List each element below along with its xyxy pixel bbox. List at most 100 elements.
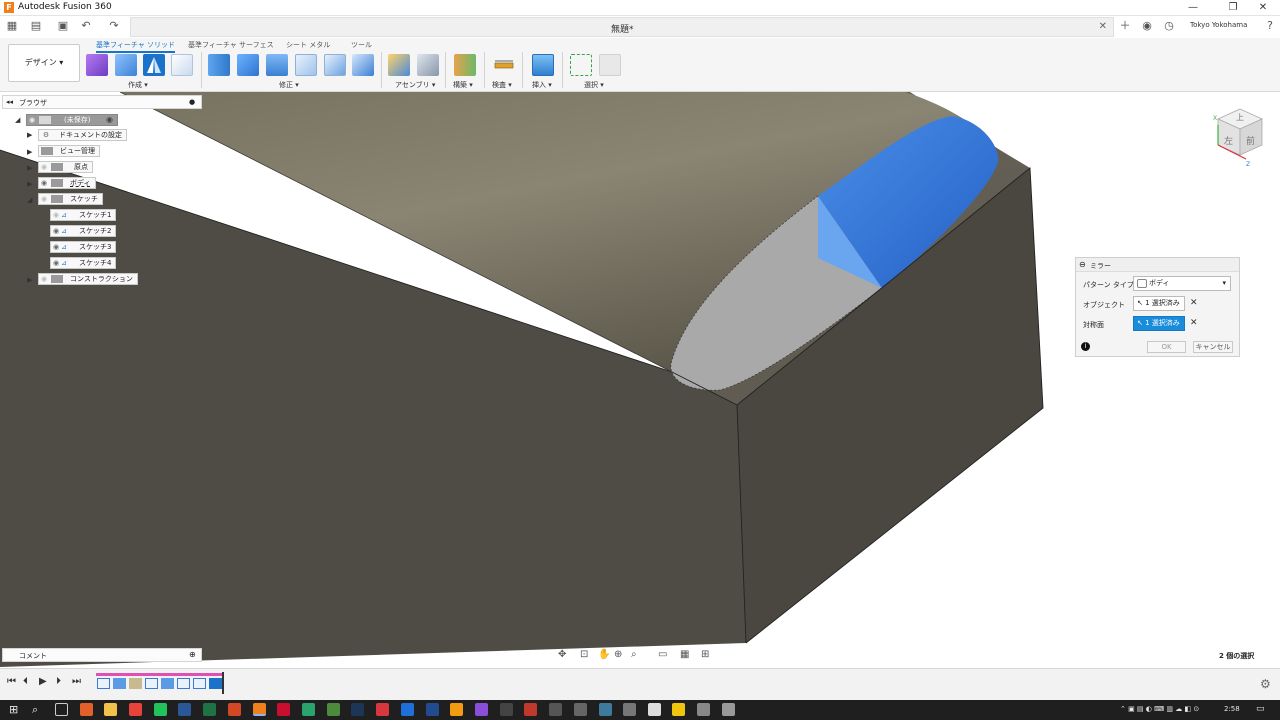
app-icon[interactable]	[599, 703, 612, 716]
close-tab-icon[interactable]: ✕	[1099, 21, 1107, 32]
timeline-sketch-icon[interactable]	[145, 678, 158, 689]
notifications-icon[interactable]: ▭	[1256, 704, 1265, 714]
line-icon[interactable]	[154, 703, 167, 716]
mirror-icon[interactable]	[143, 54, 165, 76]
viewports-icon[interactable]: ⊞	[701, 649, 709, 660]
viewcube[interactable]: 上 左 前 X Z	[1212, 107, 1268, 171]
timeline-mirror-icon[interactable]	[209, 678, 222, 689]
expand-toggle[interactable]: ▶	[27, 180, 32, 188]
timeline-sketch-icon[interactable]	[193, 678, 206, 689]
visibility-eye-icon[interactable]: ◉	[51, 242, 61, 252]
timeline-extrude-icon[interactable]	[161, 678, 174, 689]
pattern-type-select[interactable]: ボディ ▾	[1133, 276, 1231, 291]
timeline-settings-icon[interactable]: ⚙	[1260, 677, 1271, 691]
tree-node-sketch3[interactable]: ◉ ⊿ スケッチ3	[50, 241, 117, 253]
timeline-marker[interactable]	[222, 672, 224, 694]
clear-object-icon[interactable]: ✕	[1190, 298, 1198, 308]
timeline-extrude-icon[interactable]	[113, 678, 126, 689]
timeline-sketch-icon[interactable]	[97, 678, 110, 689]
dialog-header[interactable]: ⊖ ミラー	[1076, 258, 1239, 272]
group-modify[interactable]: 修正 ▾	[279, 80, 299, 90]
expand-toggle[interactable]: ◢	[15, 116, 20, 124]
tree-node-bodies[interactable]: ◉ ボディ	[38, 177, 96, 189]
app-icon[interactable]	[524, 703, 537, 716]
plane-selection[interactable]: ↖ 1 選択済み	[1133, 316, 1185, 331]
group-inspect[interactable]: 検査 ▾	[492, 80, 512, 90]
grid-settings-icon[interactable]: ▦	[680, 649, 689, 660]
app-icon[interactable]	[376, 703, 389, 716]
jw-cad-icon[interactable]	[351, 703, 364, 716]
pin-icon[interactable]: ●	[189, 98, 195, 106]
zoom-icon[interactable]: ⊕	[614, 649, 622, 660]
tree-node-origin[interactable]: ◉ 原点	[38, 161, 93, 173]
tree-node-sketch1[interactable]: ◉ ⊿ スケッチ1	[50, 209, 117, 221]
info-icon[interactable]: i	[1081, 342, 1090, 351]
visibility-eye-icon[interactable]: ◉	[51, 258, 61, 268]
create-form-icon[interactable]	[86, 54, 108, 76]
app-icon[interactable]	[302, 703, 315, 716]
tab-sheet-metal[interactable]: シート メタル	[286, 40, 330, 50]
minimize-button[interactable]: —	[1178, 1, 1208, 15]
app-icon[interactable]	[672, 703, 685, 716]
draft-icon[interactable]	[324, 54, 346, 76]
file-menu-icon[interactable]: ▤	[28, 19, 44, 33]
firefox-icon[interactable]	[80, 703, 93, 716]
step-forward-icon[interactable]: ⏵	[56, 676, 61, 687]
collapse-panel-icon[interactable]: ◂◂	[6, 98, 13, 106]
measure-icon[interactable]	[493, 54, 515, 76]
group-select[interactable]: 選択 ▾	[584, 80, 604, 90]
extrude-icon[interactable]	[171, 54, 193, 76]
visibility-eye-icon[interactable]: ◉	[39, 162, 49, 172]
notification-icon[interactable]: ◷	[1161, 19, 1177, 33]
step-back-icon[interactable]: ⏴	[23, 676, 28, 687]
app-icon[interactable]	[623, 703, 636, 716]
close-window-button[interactable]: ✕	[1248, 1, 1278, 15]
tab-surface[interactable]: 基準フィーチャ サーフェス	[188, 40, 274, 50]
look-at-icon[interactable]: ⊡	[580, 649, 588, 660]
app-icon[interactable]	[500, 703, 513, 716]
expand-toggle[interactable]: ▶	[27, 164, 32, 172]
visibility-eye-icon[interactable]: ◉	[39, 194, 49, 204]
tree-root-node[interactable]: ◉ (未保存)	[26, 114, 118, 126]
tab-solid[interactable]: 基準フィーチャ ソリッド	[96, 40, 176, 53]
clear-plane-icon[interactable]: ✕	[1190, 318, 1198, 328]
app-icon[interactable]	[549, 703, 562, 716]
select-filter-icon[interactable]	[599, 54, 621, 76]
shell-icon[interactable]	[266, 54, 288, 76]
app-icon[interactable]	[697, 703, 710, 716]
timeline-sketch-icon[interactable]	[177, 678, 190, 689]
visibility-eye-icon[interactable]: ◉	[51, 210, 61, 220]
comments-panel[interactable]: コメント ⊕	[2, 648, 202, 662]
chrome-icon[interactable]	[129, 703, 142, 716]
help-icon[interactable]: ?	[1262, 19, 1278, 33]
clock[interactable]: 2:58	[1224, 705, 1240, 713]
group-create[interactable]: 作成 ▾	[128, 80, 148, 90]
lightroom-icon[interactable]	[426, 703, 439, 716]
visibility-eye-icon[interactable]: ◉	[27, 115, 37, 125]
document-tab[interactable]: 無題* ✕	[130, 17, 1114, 37]
expand-toggle[interactable]: ▶	[27, 276, 32, 284]
object-selection[interactable]: ↖ 1 選択済み	[1133, 296, 1185, 311]
fillet-icon[interactable]	[237, 54, 259, 76]
canvas-viewport[interactable]: 上 左 前 X Z	[0, 92, 1280, 667]
split-icon[interactable]	[352, 54, 374, 76]
app-icon[interactable]	[574, 703, 587, 716]
photoshop-icon[interactable]	[401, 703, 414, 716]
timeline-feature-icon[interactable]	[129, 678, 142, 689]
app-icon[interactable]	[475, 703, 488, 716]
group-assembly[interactable]: アセンブリ ▾	[395, 80, 435, 90]
windows-start-icon[interactable]: ⊞	[9, 703, 18, 716]
workspace-switcher[interactable]: デザイン ▾	[8, 44, 80, 82]
undo-icon[interactable]: ↶	[78, 19, 94, 33]
tab-tools[interactable]: ツール	[351, 40, 372, 50]
powerpoint-icon[interactable]	[228, 703, 241, 716]
redo-icon[interactable]: ↷	[106, 19, 122, 33]
illustrator-icon[interactable]	[450, 703, 463, 716]
chamfer-icon[interactable]	[295, 54, 317, 76]
explorer-icon[interactable]	[104, 703, 117, 716]
task-view-icon[interactable]	[55, 703, 68, 716]
select-window-icon[interactable]	[570, 54, 592, 76]
collapse-dialog-icon[interactable]: ⊖	[1079, 260, 1086, 269]
go-to-start-icon[interactable]: ⏮	[7, 676, 16, 687]
system-tray-icons[interactable]: ⌃ ▣ ▤ ◐ ⌨ ▥ ☁ ◧ ⊙	[1120, 705, 1199, 713]
